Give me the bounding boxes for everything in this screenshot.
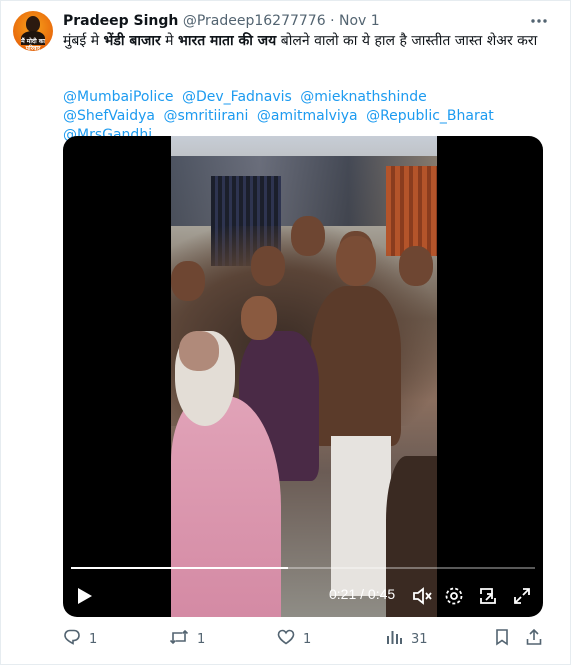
retweet-button[interactable]: 1 xyxy=(169,629,205,649)
reply-button[interactable]: 1 xyxy=(63,629,97,649)
reply-count: 1 xyxy=(89,631,98,647)
video-current-time: 0:21 xyxy=(329,586,357,602)
bookmark-button[interactable] xyxy=(493,629,519,649)
video-time: 0:21 / 0:45 xyxy=(329,586,395,602)
mention-link[interactable]: @Dev_Fadnavis xyxy=(182,89,292,105)
fullscreen-icon[interactable] xyxy=(511,585,533,607)
tweet-header: Pradeep Singh @Pradeep16277776 · Nov 1 xyxy=(63,12,380,30)
more-icon[interactable] xyxy=(529,11,549,31)
author-name[interactable]: Pradeep Singh xyxy=(63,13,178,29)
bookmark-icon xyxy=(493,628,519,650)
video-player[interactable]: 0:21 / 0:45 xyxy=(63,136,543,617)
retweet-icon xyxy=(169,628,197,650)
share-icon xyxy=(525,628,551,650)
views-icon xyxy=(385,628,411,650)
video-duration: 0:45 xyxy=(367,586,396,602)
like-count: 1 xyxy=(303,631,312,647)
video-progress-fill xyxy=(71,567,288,569)
tweet-text-bold: भारत माता की जय xyxy=(178,33,277,49)
tweet-text-part: मे xyxy=(160,33,178,49)
mention-link[interactable]: @mieknathshinde xyxy=(300,89,427,105)
tweet-text: मुंबई मे भेंडी बाजार मे भारत माता की जय … xyxy=(63,32,543,51)
exit-fullscreen-icon[interactable] xyxy=(477,585,499,607)
mention-link[interactable]: @smritiirani xyxy=(163,108,248,124)
like-icon xyxy=(277,628,303,650)
play-icon[interactable] xyxy=(73,585,95,607)
video-frame xyxy=(171,136,437,617)
tweet-card[interactable]: मैं मोदी का परिवार Pradeep Singh @Pradee… xyxy=(0,0,571,665)
mention-link[interactable]: @Republic_Bharat xyxy=(366,108,494,124)
retweet-count: 1 xyxy=(197,631,206,647)
like-button[interactable]: 1 xyxy=(277,629,311,649)
share-button[interactable] xyxy=(525,628,551,650)
author-handle[interactable]: @Pradeep16277776 xyxy=(183,13,326,29)
video-time-separator: / xyxy=(360,586,365,602)
tweet-date[interactable]: Nov 1 xyxy=(339,13,380,29)
views-button[interactable]: 31 xyxy=(385,629,428,649)
mention-link[interactable]: @amitmalviya xyxy=(257,108,358,124)
mention-link[interactable]: @MumbaiPolice xyxy=(63,89,174,105)
tweet-text-bold: भेंडी बाजार xyxy=(103,33,161,49)
avatar-logo-text: मैं मोदी का परिवार xyxy=(21,38,45,51)
avatar[interactable]: मैं मोदी का परिवार xyxy=(13,11,53,51)
video-progress-bar[interactable] xyxy=(71,567,535,569)
reply-icon xyxy=(63,628,89,650)
tweet-actions: 1 1 1 31 xyxy=(63,628,543,651)
volume-icon[interactable] xyxy=(411,585,433,607)
views-count: 31 xyxy=(411,631,428,647)
mention-link[interactable]: @ShefVaidya xyxy=(63,108,155,124)
tweet-text-part: मुंबई मे xyxy=(63,33,104,49)
header-separator: · xyxy=(330,13,335,29)
tweet-text-part: बोलने वालो का ये हाल है जास्तीत जास्त शे… xyxy=(276,33,538,49)
settings-icon[interactable] xyxy=(443,585,465,607)
